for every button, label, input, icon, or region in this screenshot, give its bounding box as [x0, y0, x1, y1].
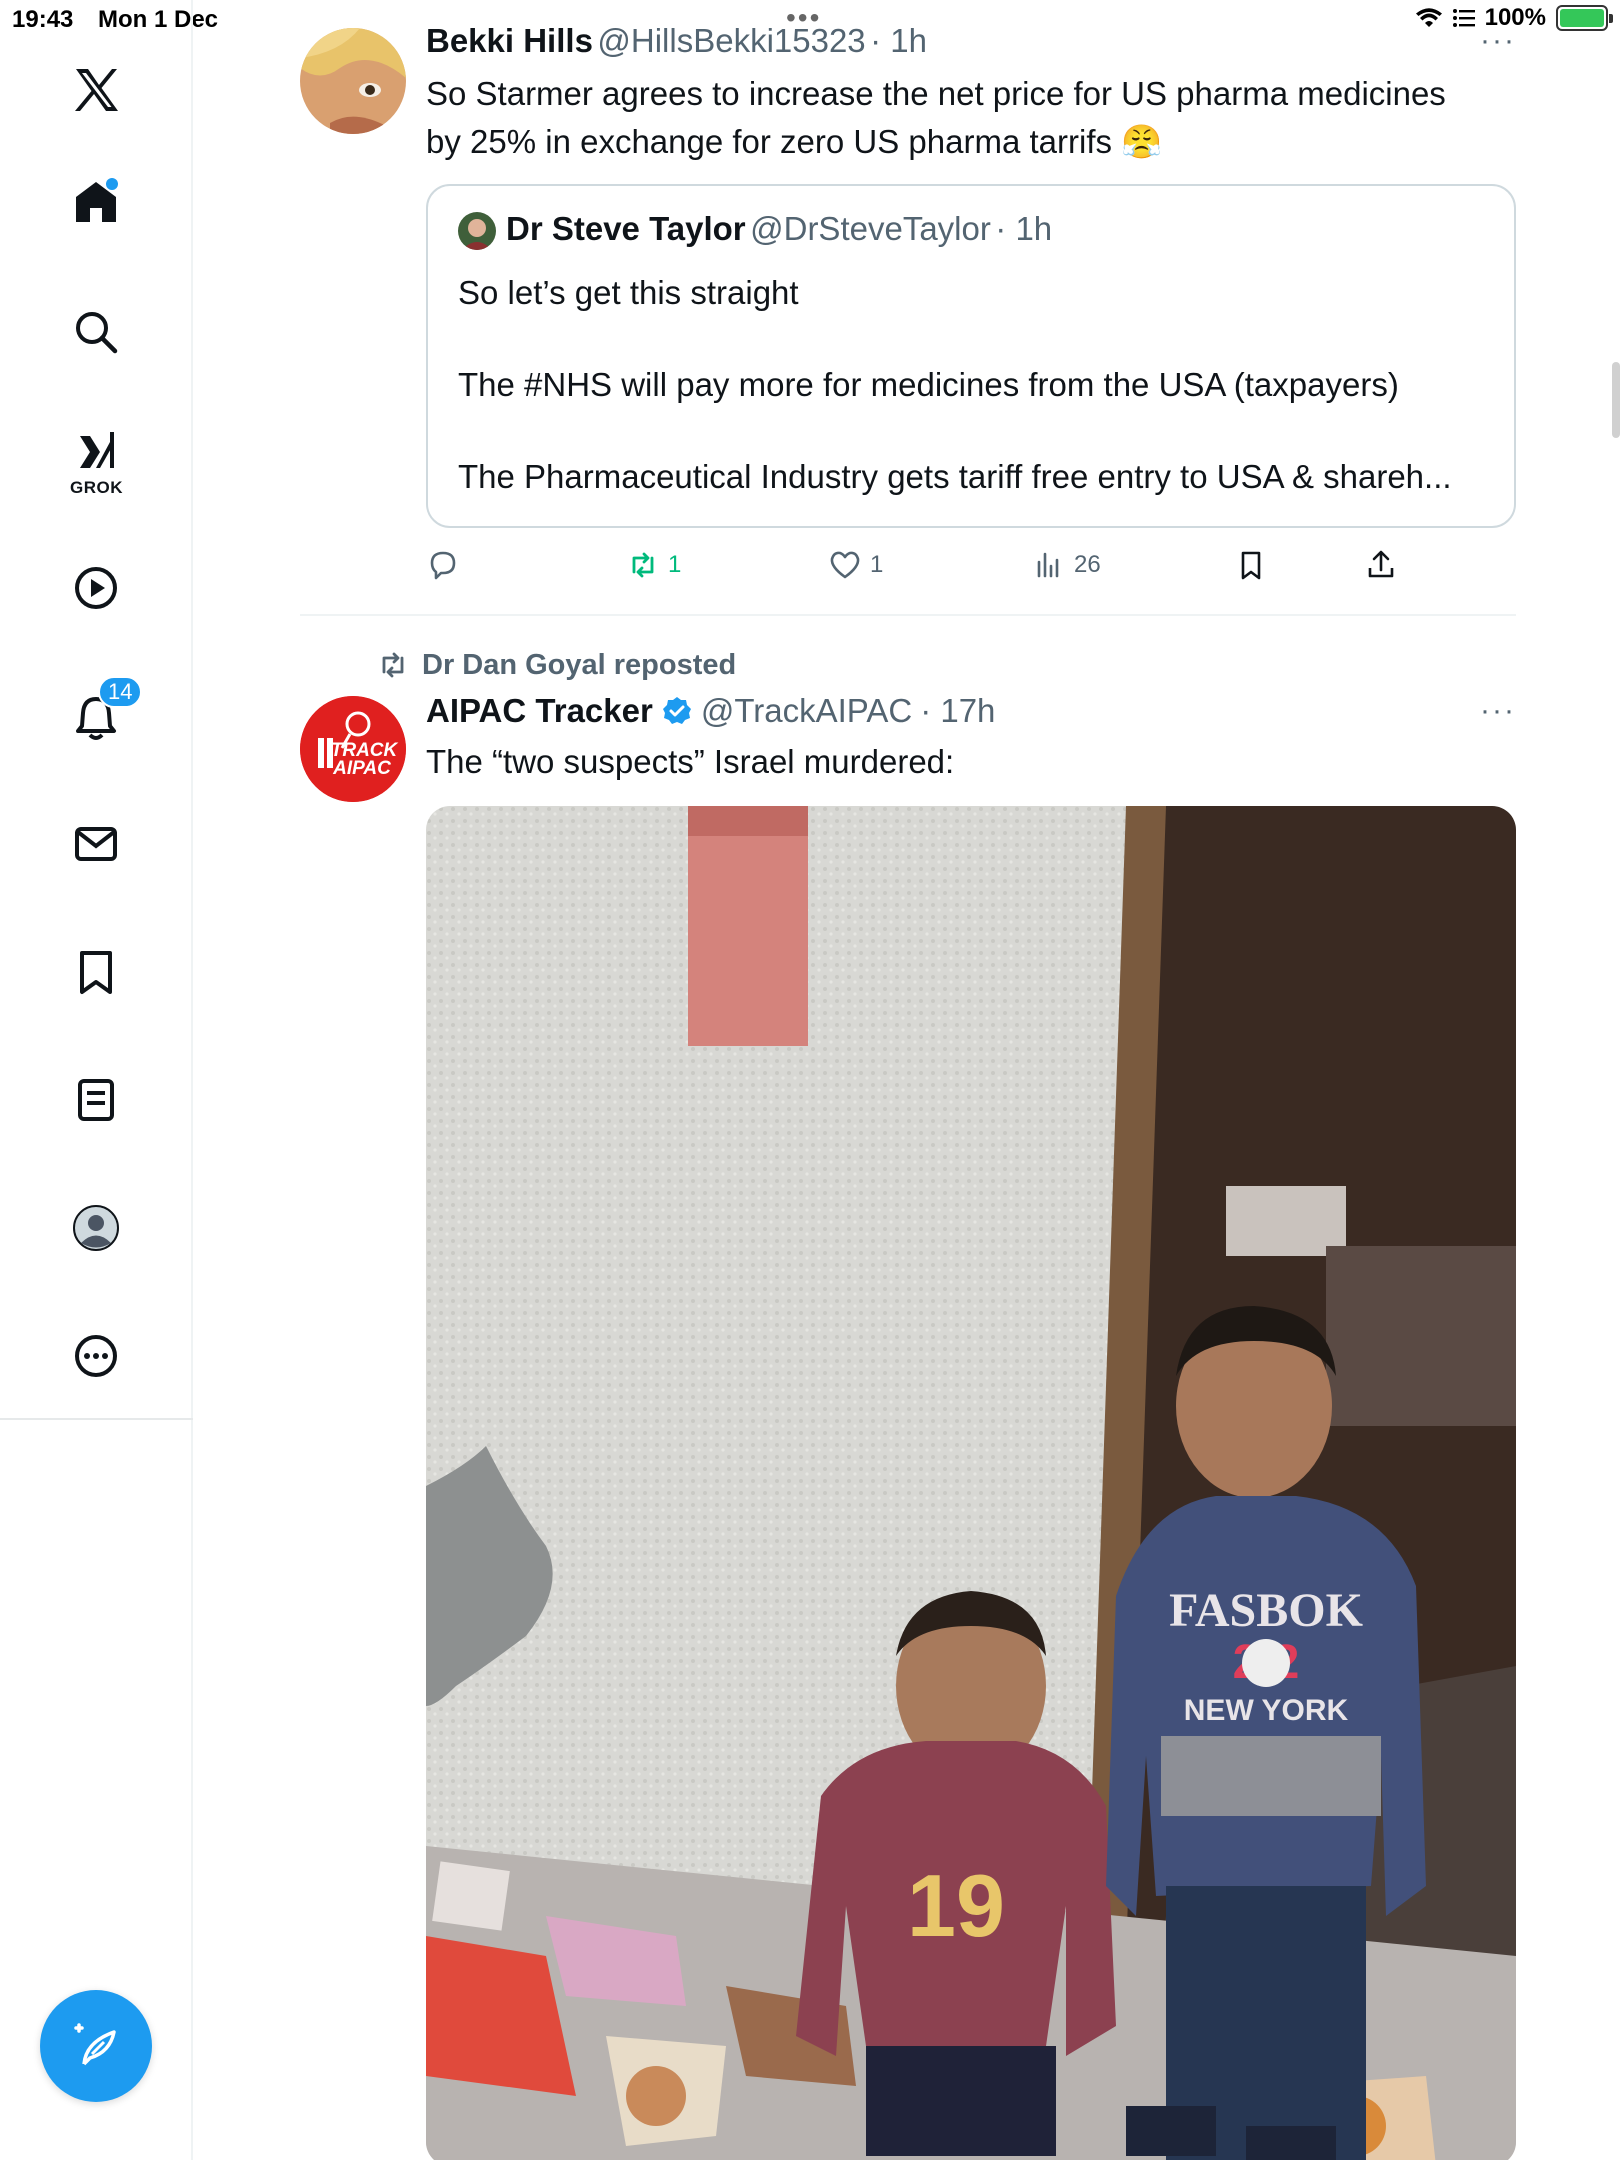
- bookmark-outline-icon: [1241, 551, 1261, 580]
- reply-button[interactable]: [426, 548, 460, 582]
- home-unread-dot: [106, 178, 118, 190]
- reply-icon: [430, 551, 456, 580]
- repost-context-label: Dr Dan Goyal reposted: [422, 648, 737, 681]
- compose-button[interactable]: [40, 1990, 152, 2102]
- views-chart-icon: [1037, 552, 1059, 578]
- tweet1-text-line2-text: by 25% in exchange for zero US pharma ta…: [426, 123, 1112, 160]
- tweet2-header: AIPAC Tracker @TrackAIPAC · 17h: [426, 692, 995, 730]
- x-logo-icon[interactable]: [64, 58, 128, 122]
- quote-line3: The Pharmaceutical Industry gets tariff …: [458, 458, 1452, 495]
- like-count: 1: [870, 551, 884, 578]
- repost-icon: [632, 552, 654, 578]
- avatar-text-aipac: AIPAC: [332, 758, 391, 779]
- repost-context[interactable]: Dr Dan Goyal reposted: [376, 648, 736, 682]
- avatar-bekki[interactable]: [300, 28, 406, 134]
- grok-label: GROK: [70, 478, 123, 497]
- quoted-tweet[interactable]: Dr Steve Taylor @DrSteveTaylor · 1h So l…: [426, 184, 1516, 528]
- compose-feather-icon: [74, 2023, 116, 2066]
- tweet2-text: The “two suspects” Israel murdered:: [426, 743, 955, 780]
- huffing-emoji-icon: 😤: [1121, 123, 1163, 160]
- quote-author-name: Dr Steve Taylor: [506, 210, 746, 247]
- share-icon: [1368, 550, 1394, 578]
- tweet2-more-icon[interactable]: ···: [1480, 694, 1516, 728]
- quote-avatar: [458, 212, 496, 250]
- tweet1-header: Bekki Hills @HillsBekki15323 · 1h: [426, 22, 927, 60]
- shirt-text-fasbok: FASBOK: [1169, 1584, 1363, 1637]
- battery-icon: [1556, 5, 1613, 31]
- tweet1-text-line1: So Starmer agrees to increase the net pr…: [426, 75, 1446, 112]
- bookmark-button[interactable]: [1234, 548, 1268, 582]
- tweet2-handle[interactable]: @TrackAIPAC: [701, 692, 912, 730]
- tweet1-text: So Starmer agrees to increase the net pr…: [426, 70, 1526, 166]
- more-icon[interactable]: [64, 1324, 128, 1388]
- repost-context-icon: [382, 652, 404, 678]
- focus-list-icon: [1452, 9, 1475, 27]
- sidebar: GROK 14: [0, 0, 193, 2160]
- views-button[interactable]: 26: [1032, 548, 1101, 582]
- scroll-indicator[interactable]: [1612, 362, 1620, 438]
- share-button[interactable]: [1364, 548, 1398, 582]
- quote-line1: So let’s get this straight: [458, 274, 799, 311]
- grok-icon[interactable]: [64, 420, 128, 484]
- shirt-number-19: 19: [907, 1856, 1005, 1955]
- tweet1-text-line2: by 25% in exchange for zero US pharma ta…: [426, 118, 1526, 166]
- shirt-text-new-york: NEW YORK: [1184, 1694, 1349, 1727]
- bookmark-icon[interactable]: [64, 940, 128, 1004]
- tweet2-author-name[interactable]: AIPAC Tracker: [426, 692, 653, 730]
- tweet2-photo[interactable]: 19 FASBOK 2 2 NEW YORK: [426, 806, 1516, 2160]
- wifi-icon: [1415, 8, 1442, 27]
- tweet1-handle[interactable]: @HillsBekki15323: [597, 22, 865, 59]
- video-icon[interactable]: [64, 556, 128, 620]
- views-count: 26: [1074, 551, 1101, 578]
- heart-icon: [830, 551, 860, 579]
- quote-header: Dr Steve Taylor @DrSteveTaylor · 1h: [506, 210, 1052, 248]
- quote-line2: The #NHS will pay more for medicines fro…: [458, 366, 1399, 403]
- sidebar-divider: [0, 1418, 193, 1420]
- tweet1-time[interactable]: · 1h: [870, 22, 927, 59]
- mail-icon[interactable]: [64, 812, 128, 876]
- photo-illustration: 19 FASBOK 2 2 NEW YORK: [426, 806, 1516, 2160]
- repost-button[interactable]: 1: [626, 548, 681, 582]
- bell-icon[interactable]: 14: [64, 676, 143, 750]
- tweet-divider: [300, 614, 1516, 616]
- list-icon[interactable]: [64, 1068, 128, 1132]
- quote-time: · 1h: [995, 210, 1053, 247]
- tweet1-author-name[interactable]: Bekki Hills: [426, 22, 593, 59]
- quote-handle: @DrSteveTaylor: [750, 210, 991, 247]
- home-icon[interactable]: [64, 170, 128, 234]
- profile-icon[interactable]: [64, 1196, 128, 1260]
- like-button[interactable]: 1: [828, 548, 883, 582]
- repost-count: 1: [668, 551, 682, 578]
- avatar-aipac-tracker[interactable]: TRACK AIPAC: [300, 696, 406, 802]
- tweet2-time[interactable]: · 17h: [920, 692, 995, 730]
- notifications-badge: 14: [98, 676, 143, 708]
- verified-badge-icon: [662, 697, 691, 724]
- search-icon[interactable]: [64, 300, 128, 364]
- tweet1-more-icon[interactable]: ···: [1480, 24, 1516, 58]
